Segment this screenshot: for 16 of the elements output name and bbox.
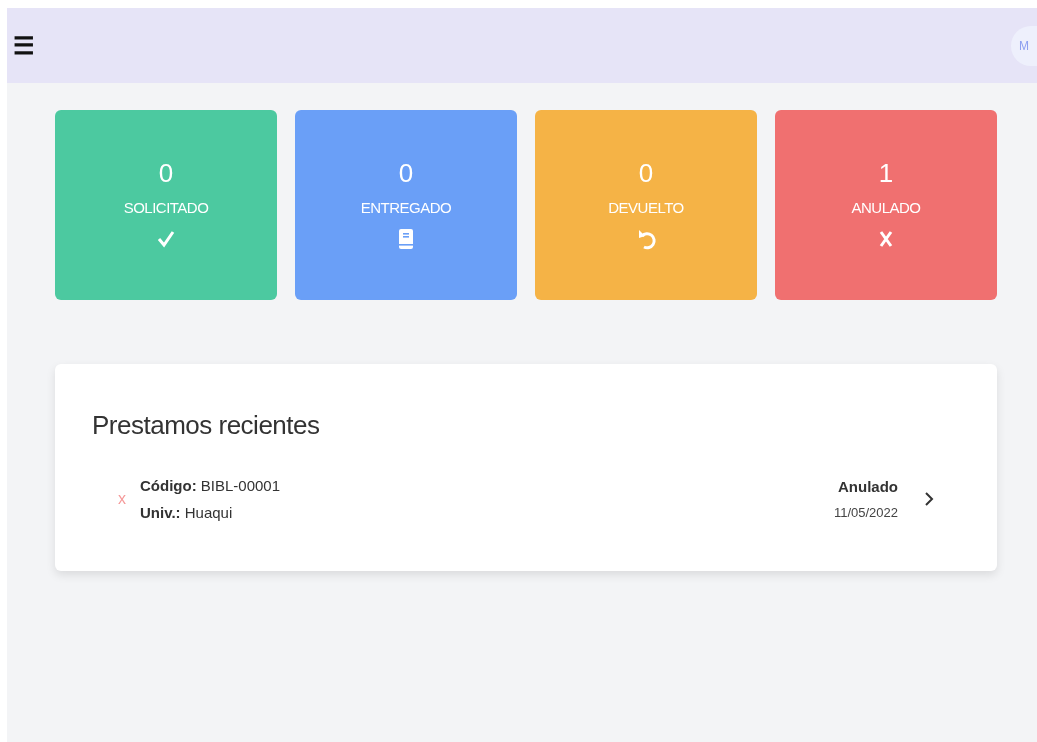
loan-university: Univ.: Huaqui — [140, 504, 234, 521]
loan-status: Anulado — [838, 478, 898, 495]
stat-label: ENTREGADO — [360, 199, 452, 216]
chevron-right-icon[interactable] — [924, 492, 934, 506]
stat-count: 1 — [878, 158, 894, 189]
loan-date: 11/05/2022 — [833, 505, 898, 520]
status-mark: x — [118, 490, 126, 508]
stat-count: 0 — [398, 158, 414, 189]
menu-button[interactable]: ☰ — [13, 31, 35, 60]
stat-label: SOLICITADO — [123, 199, 209, 216]
stat-label: DEVUELTO — [608, 199, 684, 216]
stat-label: ANULADO — [851, 199, 921, 216]
loan-code: Código: BIBL-00001 — [140, 477, 282, 494]
stat-count: 0 — [158, 158, 174, 189]
section-title: Prestamos recientes — [92, 410, 321, 441]
stat-count: 0 — [638, 158, 654, 189]
